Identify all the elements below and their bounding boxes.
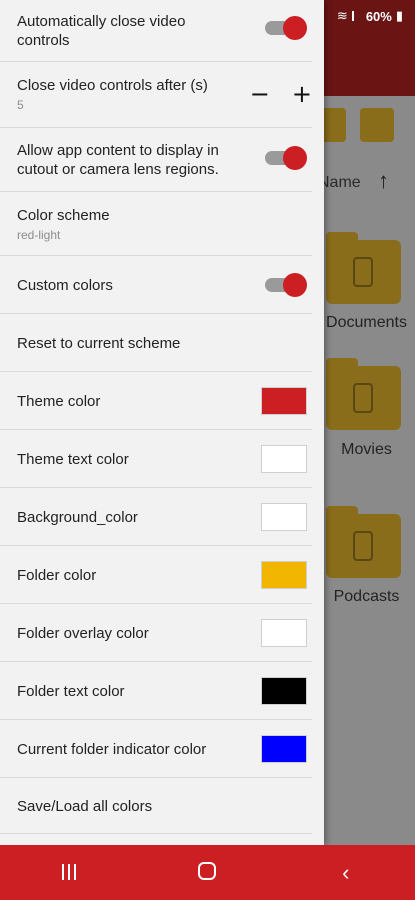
home-icon xyxy=(198,861,217,880)
recent-apps-button[interactable] xyxy=(39,860,99,886)
status-bar: ≋ 60% ▮ xyxy=(0,0,415,30)
back-button[interactable]: ‹ xyxy=(316,860,376,886)
setting-background-color[interactable]: Background_color xyxy=(0,488,312,546)
setting-save-load-colors[interactable]: Save/Load all colors xyxy=(0,778,312,834)
plus-button[interactable]: + xyxy=(292,80,312,108)
home-button[interactable] xyxy=(177,860,237,886)
folder-label: Movies xyxy=(341,441,392,458)
setting-value: red-light xyxy=(17,228,61,242)
folder-label: Podcasts xyxy=(333,588,400,605)
cutout-toggle[interactable] xyxy=(265,146,307,170)
custom-colors-toggle[interactable] xyxy=(265,273,307,297)
setting-title: Folder overlay color xyxy=(17,625,149,642)
folder-overlay-color-swatch[interactable] xyxy=(261,619,307,647)
setting-theme-color[interactable]: Theme color xyxy=(0,372,312,430)
background-toolbar-button xyxy=(360,108,394,142)
setting-folder-text-color[interactable]: Folder text color xyxy=(0,662,312,720)
setting-value: 5 xyxy=(17,98,24,112)
close-after-stepper: − + xyxy=(250,80,312,108)
setting-title: Folder text color xyxy=(17,683,125,700)
setting-title: Theme text color xyxy=(17,451,129,468)
sort-label: Name xyxy=(318,174,361,191)
setting-folder-color[interactable]: Folder color xyxy=(0,546,312,604)
current-folder-indicator-color-swatch[interactable] xyxy=(261,735,307,763)
wifi-icon: ≋ xyxy=(336,8,348,23)
setting-cutout[interactable]: Allow app content to display in cutout o… xyxy=(0,128,312,192)
folder-icon xyxy=(326,358,401,430)
battery-icon: ▮ xyxy=(395,8,403,23)
theme-text-color-swatch[interactable] xyxy=(261,445,307,473)
setting-color-scheme[interactable]: Color scheme red-light xyxy=(0,192,312,256)
recent-apps-icon xyxy=(62,863,77,880)
setting-close-after[interactable]: Close video controls after (s) 5 − + xyxy=(0,62,312,128)
setting-title: Close video controls after (s) xyxy=(17,77,208,94)
folder-color-swatch[interactable] xyxy=(261,561,307,589)
setting-custom-colors[interactable]: Custom colors xyxy=(0,256,312,314)
theme-color-swatch[interactable] xyxy=(261,387,307,415)
setting-title: Color scheme xyxy=(17,207,110,224)
setting-title: Custom colors xyxy=(17,277,113,294)
folder-icon xyxy=(326,232,401,304)
folder-text-color-swatch[interactable] xyxy=(261,677,307,705)
setting-title: Folder color xyxy=(17,567,97,584)
setting-title: Save/Load all colors xyxy=(17,798,153,815)
setting-theme-text-color[interactable]: Theme text color xyxy=(0,430,312,488)
folder-icon xyxy=(326,506,401,578)
system-navigation-bar: ‹ xyxy=(0,845,415,900)
settings-drawer: Automatically close video controls Close… xyxy=(0,0,324,845)
setting-title: Reset to current scheme xyxy=(17,335,181,352)
setting-current-folder-indicator-color[interactable]: Current folder indicator color xyxy=(0,720,312,778)
back-icon: ‹ xyxy=(342,859,350,885)
folder-label: Documents xyxy=(326,314,407,331)
setting-reset-scheme[interactable]: Reset to current scheme xyxy=(0,314,312,372)
setting-title: Allow app content to display in cutout o… xyxy=(17,142,219,178)
setting-title: Current folder indicator color xyxy=(17,741,207,758)
background-color-swatch[interactable] xyxy=(261,503,307,531)
setting-title: Theme color xyxy=(17,393,101,410)
sort-arrow-icon: ↑ xyxy=(378,168,389,193)
setting-folder-overlay-color[interactable]: Folder overlay color xyxy=(0,604,312,662)
signal-icon xyxy=(351,11,362,21)
minus-button[interactable]: − xyxy=(250,80,270,108)
setting-title: Background_color xyxy=(17,509,138,526)
battery-percent: 60% xyxy=(365,8,392,24)
